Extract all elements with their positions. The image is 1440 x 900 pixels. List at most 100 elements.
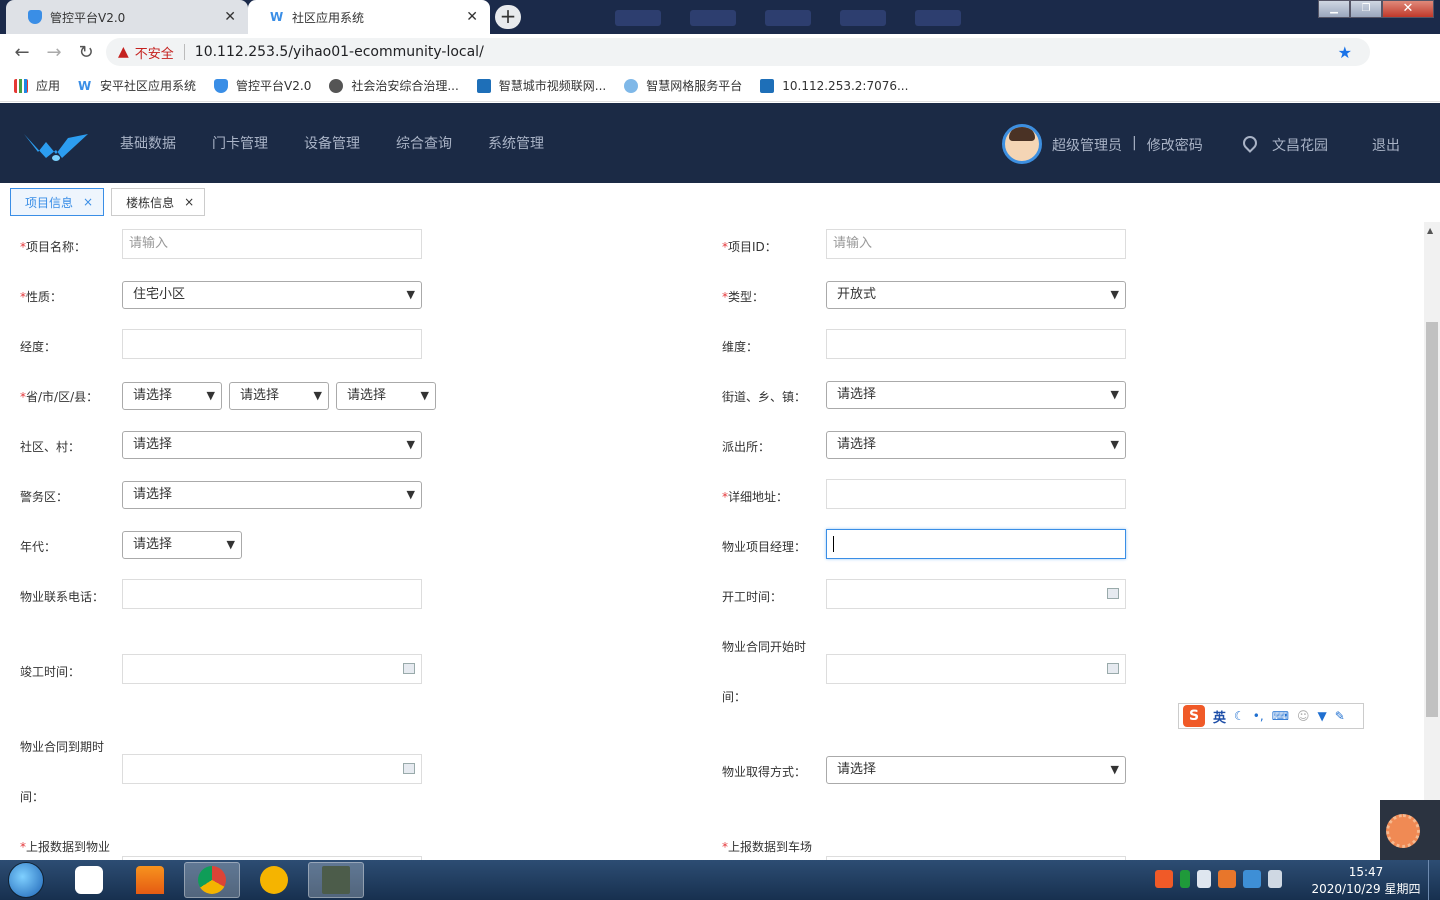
address-input[interactable] xyxy=(826,479,1126,509)
project-id-input[interactable]: 请输入 xyxy=(826,229,1126,259)
back-icon[interactable]: ← xyxy=(6,42,38,63)
latitude-input[interactable] xyxy=(826,329,1126,359)
maximize-button[interactable]: ❐ xyxy=(1350,0,1382,18)
taskbar-shield-browser[interactable] xyxy=(246,862,302,898)
change-password-link[interactable]: 修改密码 xyxy=(1147,135,1203,155)
longitude-input[interactable] xyxy=(122,329,422,359)
project-name-input[interactable]: 请输入 xyxy=(122,229,422,259)
reload-icon[interactable]: ↻ xyxy=(70,42,102,63)
user-icon[interactable]: ☺ xyxy=(1297,709,1310,723)
close-icon[interactable]: × xyxy=(184,195,194,209)
start-button[interactable] xyxy=(8,862,44,898)
video-play-icon[interactable] xyxy=(1386,814,1420,848)
community-select[interactable]: 请选择 ▼ xyxy=(122,431,422,459)
start-time-input[interactable] xyxy=(826,579,1126,609)
user-info: 超级管理员 | 修改密码 xyxy=(1052,135,1203,155)
bookmark-community-app[interactable]: W 安平社区应用系统 xyxy=(78,77,196,94)
browser-tab-community-app[interactable]: W 社区应用系统 ✕ xyxy=(248,0,490,34)
bookmark-public-security[interactable]: 社会治安综合治理... xyxy=(329,77,459,94)
current-location[interactable]: 文昌花园 xyxy=(1272,135,1328,155)
avatar[interactable] xyxy=(1002,124,1042,164)
city-select[interactable]: 请选择 ▼ xyxy=(229,382,329,410)
calendar-icon[interactable] xyxy=(1107,588,1119,599)
tab-project-info[interactable]: 项目信息 × xyxy=(10,188,105,216)
police-area-select[interactable]: 请选择 ▼ xyxy=(122,481,422,509)
latitude-label: 维度： xyxy=(722,340,759,354)
tab-building-info[interactable]: 楼栋信息 × xyxy=(111,188,206,216)
skin-icon[interactable]: ▼ xyxy=(1318,709,1327,723)
minimize-button[interactable]: ▁ xyxy=(1318,0,1350,18)
address-label: *详细地址： xyxy=(722,490,789,504)
nav-basic-data[interactable]: 基础数据 xyxy=(120,133,176,153)
calendar-icon[interactable] xyxy=(403,663,415,674)
police-station-select[interactable]: 请选择 ▼ xyxy=(826,431,1126,459)
calendar-icon[interactable] xyxy=(403,763,415,774)
acquisition-select[interactable]: 请选择 ▼ xyxy=(826,756,1126,784)
province-select[interactable]: 请选择 ▼ xyxy=(122,382,222,410)
nature-select[interactable]: 住宅小区 ▼ xyxy=(122,281,422,309)
bookmark-star-icon[interactable]: ★ xyxy=(1338,43,1352,62)
contract-start-input[interactable] xyxy=(826,654,1126,684)
wrench-icon[interactable]: ✎ xyxy=(1335,709,1345,723)
close-icon[interactable]: ✕ xyxy=(466,9,478,25)
county-select[interactable]: 请选择 ▼ xyxy=(336,382,436,410)
show-desktop-button[interactable] xyxy=(1428,860,1440,900)
moon-icon[interactable]: ☾ xyxy=(1234,709,1245,723)
new-tab-button[interactable]: + xyxy=(495,5,521,29)
address-bar[interactable]: ▲ 不安全 10.112.253.5/yihao01-ecommunity-lo… xyxy=(106,38,1370,66)
completion-time-input[interactable] xyxy=(122,654,422,684)
taskbar-vlc[interactable] xyxy=(122,862,178,898)
keyboard-icon[interactable]: ⌨ xyxy=(1272,709,1289,723)
user-name[interactable]: 超级管理员 xyxy=(1052,135,1122,155)
contract-end-input[interactable] xyxy=(122,754,422,784)
taskbar-clock[interactable]: 15:47 2020/10/29 星期四 xyxy=(1310,864,1422,898)
punctuation-icon[interactable]: •, xyxy=(1253,709,1264,723)
scrollbar-thumb[interactable] xyxy=(1426,322,1438,717)
era-label: 年代： xyxy=(20,540,57,554)
taskbar-terminal[interactable] xyxy=(308,862,364,898)
street-select[interactable]: 请选择 ▼ xyxy=(826,381,1126,409)
security-icon[interactable] xyxy=(1218,870,1236,888)
type-select[interactable]: 开放式 ▼ xyxy=(826,281,1126,309)
sogou-tray-icon[interactable] xyxy=(1155,870,1173,888)
vertical-scrollbar[interactable]: ▲ xyxy=(1424,222,1440,860)
url-text[interactable]: 10.112.253.5/yihao01-ecommunity-local/ xyxy=(195,44,484,60)
nav-system-management[interactable]: 系统管理 xyxy=(488,133,544,153)
bookmark-smart-city-video[interactable]: 智慧城市视频联网... xyxy=(476,77,606,94)
taskbar-baidu-netdisk[interactable] xyxy=(61,862,117,898)
update-icon[interactable] xyxy=(1243,870,1261,888)
calendar-icon[interactable] xyxy=(1107,663,1119,674)
bookmark-control-platform[interactable]: 管控平台V2.0 xyxy=(214,77,311,94)
ime-mode[interactable]: 英 xyxy=(1213,707,1226,726)
window-close-button[interactable]: ✕ xyxy=(1382,0,1434,18)
scroll-up-icon[interactable]: ▲ xyxy=(1427,226,1433,235)
taskbar-chrome[interactable] xyxy=(184,862,240,898)
sogou-logo-icon[interactable]: S xyxy=(1183,705,1205,727)
action-center-icon[interactable] xyxy=(1268,870,1282,888)
network-icon[interactable] xyxy=(1180,870,1190,888)
forward-icon[interactable]: → xyxy=(38,42,70,63)
nav-device-management[interactable]: 设备管理 xyxy=(304,133,360,153)
shield-browser-icon xyxy=(260,866,288,894)
nav-door-card[interactable]: 门卡管理 xyxy=(212,133,268,153)
bookmark-grid-service[interactable]: 智慧网格服务平台 xyxy=(624,77,742,94)
text-caret xyxy=(833,535,834,552)
volume-icon[interactable] xyxy=(1197,870,1211,888)
floating-widget[interactable] xyxy=(1380,800,1440,860)
nav-comprehensive-query[interactable]: 综合查询 xyxy=(396,133,452,153)
close-icon[interactable]: ✕ xyxy=(224,9,236,25)
logout-link[interactable]: 退出 xyxy=(1372,135,1400,155)
era-select[interactable]: 请选择 ▼ xyxy=(122,531,242,559)
bookmark-ip-address[interactable]: 10.112.253.2:7076... xyxy=(760,78,908,93)
property-manager-label: 物业项目经理： xyxy=(722,540,807,554)
property-manager-input[interactable] xyxy=(826,529,1126,559)
app-logo-icon[interactable] xyxy=(22,128,90,165)
close-icon[interactable]: × xyxy=(83,195,93,209)
browser-tab-control-platform[interactable]: 管控平台V2.0 ✕ xyxy=(6,0,248,34)
insecure-label[interactable]: 不安全 xyxy=(135,43,174,62)
ime-toolbar[interactable]: S 英 ☾ •, ⌨ ☺ ▼ ✎ xyxy=(1178,703,1364,729)
background-decoration xyxy=(915,10,961,26)
browser-tab-strip: 管控平台V2.0 ✕ W 社区应用系统 ✕ + ▁ ❐ ✕ xyxy=(0,0,1440,34)
property-phone-input[interactable] xyxy=(122,579,422,609)
bookmark-apps[interactable]: 应用 xyxy=(14,77,60,94)
